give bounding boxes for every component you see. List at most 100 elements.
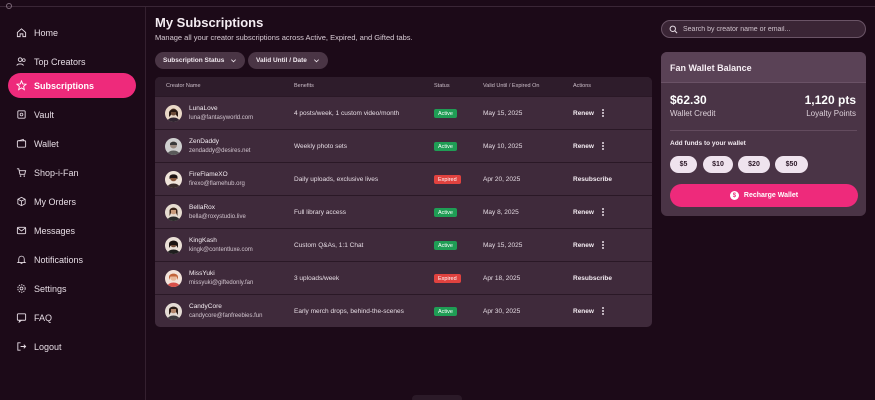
- wallet-card: Fan Wallet Balance $62.30 Wallet Credit …: [661, 52, 866, 216]
- search-input[interactable]: [683, 25, 863, 33]
- star-icon: [15, 80, 27, 92]
- sidebar-item-label: Top Creators: [34, 56, 86, 67]
- renew-button[interactable]: Renew: [573, 242, 594, 249]
- wallet-icon: [15, 138, 27, 150]
- more-options-icon[interactable]: [600, 108, 606, 118]
- sidebar-item-label: Subscriptions: [34, 80, 95, 91]
- valid-until: May 8, 2025: [483, 209, 519, 216]
- creator-name: BellaRox: [189, 204, 216, 211]
- benefits: Weekly photo sets: [294, 143, 347, 150]
- sidebar-item-shop[interactable]: Shop-i-Fan: [8, 160, 136, 185]
- table-row: MissYuki missyuki@giftedonly.fan 3 uploa…: [155, 261, 652, 294]
- renew-button[interactable]: Renew: [573, 308, 594, 315]
- more-options-icon[interactable]: [600, 240, 606, 250]
- loyalty-points-label: Loyalty Points: [806, 109, 856, 118]
- renew-button[interactable]: Renew: [573, 110, 594, 117]
- sidebar-item-vault[interactable]: Vault: [8, 102, 136, 127]
- column-header: Status: [434, 83, 450, 89]
- faq-icon: [15, 312, 27, 324]
- wallet-card-header: Fan Wallet Balance: [661, 52, 866, 83]
- status-badge: Active: [434, 142, 457, 151]
- amount-5-button[interactable]: $5: [670, 156, 697, 173]
- filter-label: Valid Until / Date: [256, 57, 307, 64]
- subscription-status-filter[interactable]: Subscription Status: [155, 52, 246, 69]
- sidebar-item-label: Notifications: [34, 254, 84, 265]
- benefits: Daily uploads, exclusive lives: [294, 176, 379, 183]
- column-header: Valid Until / Expired On: [483, 83, 540, 89]
- expired-on: Apr 18, 2025: [483, 275, 521, 282]
- creator-name: CandyCore: [189, 303, 222, 310]
- avatar: [165, 171, 182, 188]
- wallet-credit-value: $62.30: [670, 93, 707, 107]
- filter-label: Subscription Status: [163, 57, 225, 64]
- avatar: [165, 204, 182, 221]
- benefits: 3 uploads/week: [294, 275, 340, 282]
- sidebar-item-wallet[interactable]: Wallet: [8, 131, 136, 156]
- vault-icon: [15, 109, 27, 121]
- status-badge: Active: [434, 208, 457, 217]
- status-badge: Active: [434, 241, 457, 250]
- more-options-icon[interactable]: [600, 306, 606, 316]
- coin-icon: $: [729, 191, 739, 200]
- cart-icon: [15, 167, 27, 179]
- benefits: Full library access: [294, 209, 347, 216]
- sidebar-item-top-creators[interactable]: Top Creators: [8, 49, 136, 74]
- avatar: [165, 105, 182, 122]
- table-row: KingKash kingk@contentluxe.com Custom Q&…: [155, 228, 652, 261]
- status-badge: Expired: [434, 175, 461, 184]
- avatar: [165, 303, 182, 320]
- sidebar-item-faq[interactable]: FAQ: [8, 305, 136, 330]
- resubscribe-button[interactable]: Resubscribe: [573, 275, 612, 282]
- benefits: Early merch drops, behind-the-scenes: [294, 308, 404, 315]
- sidebar-item-home[interactable]: Home: [8, 20, 136, 45]
- resubscribe-button[interactable]: Resubscribe: [573, 176, 612, 183]
- table-row: FireFlameXO firexo@flamehub.org Daily up…: [155, 162, 652, 195]
- valid-until: May 15, 2025: [483, 110, 523, 117]
- sidebar-item-notifications[interactable]: Notifications: [8, 247, 136, 272]
- sidebar-item-messages[interactable]: Messages: [8, 218, 136, 243]
- renew-button[interactable]: Renew: [573, 209, 594, 216]
- avatar: [165, 237, 182, 254]
- creator-email: zendaddy@desires.net: [189, 148, 251, 154]
- home-icon: [15, 27, 27, 39]
- benefits: Custom Q&As, 1:1 Chat: [294, 242, 364, 249]
- column-header: Creator Name: [166, 83, 201, 89]
- loyalty-points-value: 1,120 pts: [804, 93, 856, 107]
- more-options-icon[interactable]: [600, 207, 606, 217]
- table-row: LunaLove luna@fantasyworld.com 4 posts/w…: [155, 96, 652, 129]
- sidebar-item-logout[interactable]: Logout: [8, 334, 136, 359]
- creator-name: MissYuki: [189, 270, 215, 277]
- amount-50-button[interactable]: $50: [775, 156, 808, 173]
- page-title: My Subscriptions: [155, 15, 264, 30]
- sidebar-item-label: Settings: [34, 283, 67, 294]
- creator-email: bella@roxystudio.live: [189, 214, 246, 220]
- avatar: [165, 270, 182, 287]
- renew-button[interactable]: Renew: [573, 143, 594, 150]
- status-badge: Active: [434, 109, 457, 118]
- wallet-credit-label: Wallet Credit: [670, 109, 716, 118]
- amount-10-button[interactable]: $10: [703, 156, 733, 173]
- sidebar-item-label: Home: [34, 27, 59, 38]
- recharge-wallet-button[interactable]: $ Recharge Wallet: [670, 184, 858, 207]
- table-header: Creator Name Benefits Status Valid Until…: [155, 77, 652, 96]
- sidebar-item-subscriptions[interactable]: Subscriptions: [8, 73, 136, 98]
- more-options-icon[interactable]: [600, 141, 606, 151]
- status-badge: Active: [434, 307, 457, 316]
- valid-until-filter[interactable]: Valid Until / Date: [248, 52, 328, 69]
- sidebar-item-settings[interactable]: Settings: [8, 276, 136, 301]
- messages-icon: [15, 225, 27, 237]
- subscriptions-table: Creator Name Benefits Status Valid Until…: [155, 77, 652, 327]
- divider: [670, 130, 857, 131]
- logout-icon: [15, 341, 27, 353]
- creator-name: ZenDaddy: [189, 138, 219, 145]
- sidebar-item-label: Logout: [34, 341, 62, 352]
- add-funds-label: Add funds to your wallet: [670, 140, 746, 147]
- creator-email: firexo@flamehub.org: [189, 181, 245, 187]
- amount-20-button[interactable]: $20: [738, 156, 770, 173]
- recharge-label: Recharge Wallet: [743, 192, 799, 199]
- chevron-down-icon: [313, 59, 319, 63]
- status-badge: Expired: [434, 274, 461, 283]
- expired-on: Apr 20, 2025: [483, 176, 521, 183]
- sidebar-item-my-orders[interactable]: My Orders: [8, 189, 136, 214]
- wallet-title: Fan Wallet Balance: [670, 63, 752, 73]
